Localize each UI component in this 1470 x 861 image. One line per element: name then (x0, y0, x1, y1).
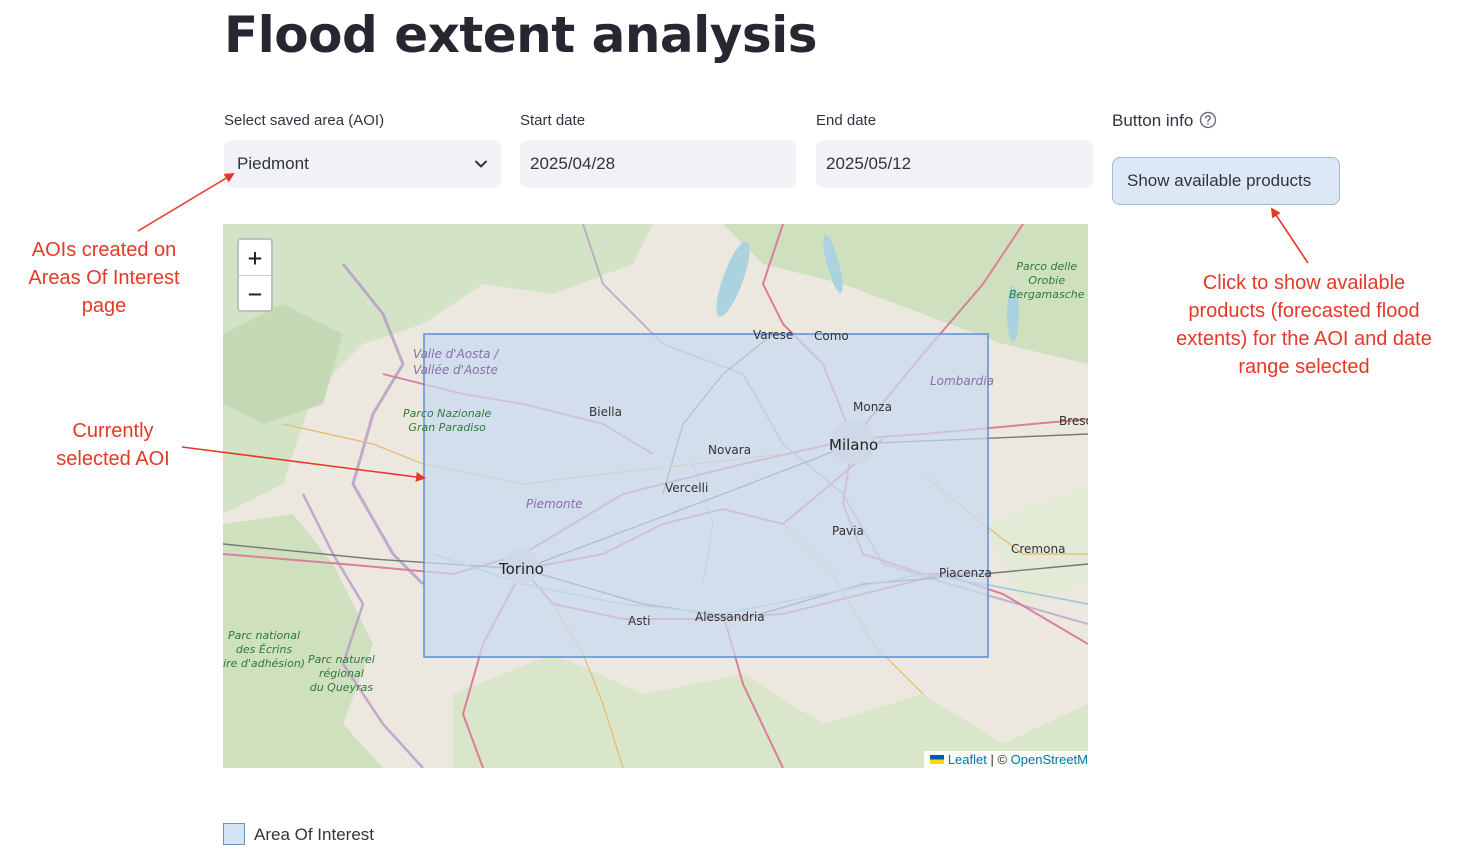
queyras-line-2: régional (318, 667, 364, 680)
map-label-monza: Monza (853, 400, 892, 414)
legend-label: Area Of Interest (254, 825, 374, 844)
start-date-input[interactable]: 2025/04/28 (520, 140, 796, 188)
annotation-show-products: Click to show available products (foreca… (1176, 272, 1432, 378)
zoom-in-button[interactable]: + (239, 240, 271, 276)
map-label-vercelli: Vercelli (665, 481, 709, 495)
queyras-line-1: Parc naturel (308, 653, 375, 666)
end-date-value: 2025/05/12 (826, 154, 912, 173)
zoom-out-button[interactable]: − (239, 276, 271, 311)
aoi-select-label: Select saved area (AOI) (224, 112, 385, 129)
map-label-lombardia: Lombardia (930, 374, 994, 388)
button-info-label: Button info (1112, 111, 1217, 131)
show-products-button[interactable]: Show available products (1112, 157, 1340, 205)
map-label-alessandria: Alessandria (695, 610, 765, 624)
end-date-input[interactable]: 2025/05/12 (816, 140, 1093, 188)
leaflet-link[interactable]: Leaflet (948, 752, 987, 767)
map-label-pavia: Pavia (832, 524, 864, 538)
map-label-piemonte: Piemonte (526, 497, 583, 511)
ecrins-line-1: Parc national (228, 629, 301, 642)
annotation-aoi-created: AOIs created on Areas Of Interest page (28, 239, 180, 317)
map-label-novara: Novara (708, 443, 752, 457)
zoom-control: + − (237, 238, 273, 312)
aoi-rectangle (423, 333, 989, 658)
map-label-valle-aosta: Valle d'Aosta / (413, 347, 499, 361)
map-label-orobie: Parco delle Orobie Bergamasche (1009, 260, 1085, 302)
help-icon[interactable] (1199, 111, 1217, 129)
page-title: Flood extent analysis (224, 6, 818, 64)
start-date-value: 2025/04/28 (530, 154, 616, 173)
attribution-separator: | © (986, 752, 1011, 767)
map-label-asti: Asti (628, 614, 651, 628)
arrow-to-aoi-select (137, 172, 235, 232)
orobie-line-2: Orobie (1028, 274, 1066, 287)
ecrins-line-3: ire d'adhésion) (223, 657, 306, 670)
chevron-down-icon (475, 160, 487, 168)
button-info-text: Button info (1112, 111, 1194, 130)
map-attribution: Leaflet | © OpenStreetM (924, 751, 1088, 768)
map-label-torino: Torino (499, 560, 544, 578)
ecrins-line-2: des Écrins (235, 643, 293, 656)
map-label-queyras: Parc naturel régional du Queyras (308, 653, 375, 695)
end-date-label: End date (816, 112, 877, 129)
gran-paradiso-line-1: Parco Nazionale (403, 407, 492, 420)
gran-paradiso-line-2: Gran Paradiso (408, 421, 486, 434)
map-label-biella: Biella (589, 405, 622, 419)
map-label-vallee-aoste: Vallée d'Aoste (413, 363, 498, 377)
map-label-milano: Milano (829, 436, 879, 454)
legend-swatch (223, 823, 245, 845)
map-label-gran-paradiso: Parco Nazionale Gran Paradiso (403, 407, 491, 435)
map-label-piacenza: Piacenza (939, 566, 992, 580)
map-label-como: Como (814, 329, 849, 343)
orobie-line-3: Bergamasche (1009, 288, 1085, 301)
annotation-current-aoi: Currently selected AOI (56, 420, 170, 470)
map-label-ecrins: Parc national des Écrins ire d'adhésion) (223, 629, 305, 671)
ukraine-flag-icon (930, 755, 945, 764)
aoi-select[interactable]: Piedmont (224, 140, 501, 188)
map-label-varese: Varese (753, 328, 794, 342)
aoi-select-value: Piedmont (237, 154, 309, 173)
start-date-label: Start date (520, 112, 586, 129)
osm-link[interactable]: OpenStreetM (1011, 752, 1088, 767)
map[interactable]: Torino Milano Novara Vercelli Biella Mon… (223, 224, 1088, 768)
arrow-to-products-button (1270, 207, 1309, 264)
orobie-line-1: Parco delle (1016, 260, 1078, 273)
map-label-bresc: Bresc (1059, 414, 1088, 428)
map-label-cremona: Cremona (1011, 542, 1066, 556)
queyras-line-3: du Queyras (309, 681, 374, 694)
